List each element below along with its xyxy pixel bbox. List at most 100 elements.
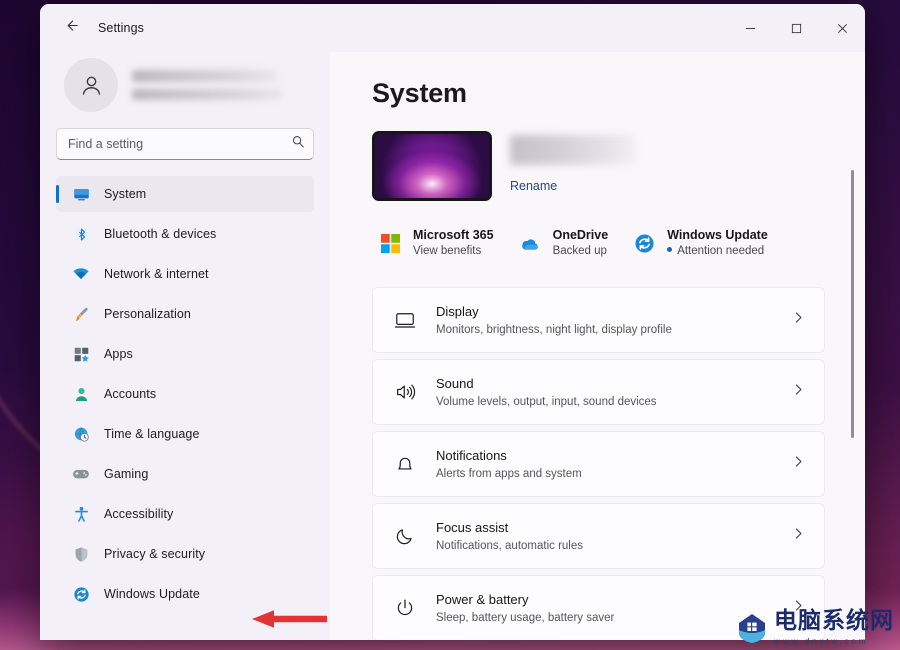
account-person-icon xyxy=(72,385,90,403)
sidebar-item-label: Privacy & security xyxy=(104,547,206,561)
settings-row-focus-assist[interactable]: Focus assist Notifications, automatic ru… xyxy=(372,503,825,570)
accessibility-icon xyxy=(72,505,90,523)
search-box xyxy=(56,128,314,160)
sidebar-item-personalization[interactable]: Personalization xyxy=(56,296,314,332)
sidebar-item-bluetooth-devices[interactable]: Bluetooth & devices xyxy=(56,216,314,252)
bluetooth-icon xyxy=(72,225,90,243)
settings-row-text: Notifications Alerts from apps and syste… xyxy=(436,447,791,482)
settings-row-sound[interactable]: Sound Volume levels, output, input, soun… xyxy=(372,359,825,426)
sidebar-item-network-internet[interactable]: Network & internet xyxy=(56,256,314,292)
rename-button[interactable]: Rename xyxy=(510,179,636,193)
settings-window: Settings Find a setting System Bluetooth… xyxy=(40,4,865,640)
window-title: Settings xyxy=(98,21,144,35)
settings-row-power-battery[interactable]: Power & battery Sleep, battery usage, ba… xyxy=(372,575,825,640)
sidebar-item-accessibility[interactable]: Accessibility xyxy=(56,496,314,532)
content-pane: System Rename Microsoft 365 View benefit… xyxy=(330,52,865,640)
account-name-redacted xyxy=(132,70,277,82)
apps-grid-icon xyxy=(72,345,90,363)
sidebar-item-label: Personalization xyxy=(104,307,191,321)
status-card-microsoft-365[interactable]: Microsoft 365 View benefits xyxy=(372,223,500,263)
content-inner: System Rename Microsoft 365 View benefit… xyxy=(330,78,865,640)
settings-row-notifications[interactable]: Notifications Alerts from apps and syste… xyxy=(372,431,825,498)
status-card-title: Microsoft 365 xyxy=(413,228,494,242)
page-title: System xyxy=(372,78,467,108)
gamepad-icon xyxy=(72,465,90,483)
chevron-right-icon xyxy=(791,454,807,474)
chevron-right-icon xyxy=(791,382,807,402)
clock-globe-icon xyxy=(72,425,90,443)
bell-icon xyxy=(392,453,418,475)
status-card-text: Windows Update Attention needed xyxy=(667,227,768,259)
onedrive-icon xyxy=(518,231,542,255)
sidebar-item-system[interactable]: System xyxy=(56,176,314,212)
settings-row-title: Notifications xyxy=(436,447,507,463)
sidebar-item-label: System xyxy=(104,187,147,201)
chevron-right-icon xyxy=(791,526,807,546)
window-body: System Bluetooth & devices xyxy=(40,52,865,640)
sidebar-item-label: Accessibility xyxy=(104,507,174,521)
sidebar-item-label: Time & language xyxy=(104,427,200,441)
sidebar-item-label: Windows Update xyxy=(104,587,200,601)
status-card-subtitle-text: Attention needed xyxy=(677,244,765,257)
device-name-redacted xyxy=(510,135,636,165)
attention-dot-icon xyxy=(667,247,673,253)
sidebar-item-gaming[interactable]: Gaming xyxy=(56,456,314,492)
account-text xyxy=(132,70,314,100)
status-card-onedrive[interactable]: OneDrive Backed up xyxy=(512,223,615,263)
settings-row-text: Focus assist Notifications, automatic ru… xyxy=(436,519,791,554)
settings-row-title: Focus assist xyxy=(436,519,509,535)
settings-row-text: Sound Volume levels, output, input, soun… xyxy=(436,375,791,410)
microsoft-365-icon xyxy=(378,231,402,255)
status-card-subtitle: Attention needed xyxy=(667,244,768,260)
device-summary: Rename xyxy=(372,131,825,201)
sidebar-item-windows-update[interactable]: Windows Update xyxy=(56,576,314,612)
settings-list: Display Monitors, brightness, night ligh… xyxy=(372,287,825,640)
sidebar-nav: System Bluetooth & devices Network & int… xyxy=(56,176,314,640)
minimize-button[interactable] xyxy=(727,4,773,52)
status-card-title: Windows Update xyxy=(667,228,768,242)
settings-row-subtitle: Sleep, battery usage, battery saver xyxy=(436,611,615,624)
speaker-sound-icon xyxy=(392,381,418,403)
close-button[interactable] xyxy=(819,4,865,52)
maximize-button[interactable] xyxy=(773,4,819,52)
power-icon xyxy=(392,597,418,619)
shield-icon xyxy=(72,545,90,563)
status-cards: Microsoft 365 View benefits OneDrive Bac… xyxy=(372,223,825,263)
settings-row-title: Sound xyxy=(436,375,474,391)
windows-update-icon xyxy=(632,231,656,255)
sidebar-item-label: Bluetooth & devices xyxy=(104,227,217,241)
moon-icon xyxy=(392,525,418,547)
paintbrush-icon xyxy=(72,305,90,323)
status-card-text: Microsoft 365 View benefits xyxy=(413,227,494,259)
sidebar-item-privacy-security[interactable]: Privacy & security xyxy=(56,536,314,572)
sidebar-item-label: Accounts xyxy=(104,387,157,401)
back-button[interactable] xyxy=(54,13,88,43)
display-monitor-icon xyxy=(392,309,418,331)
status-card-text: OneDrive Backed up xyxy=(553,227,609,259)
settings-row-subtitle: Volume levels, output, input, sound devi… xyxy=(436,395,657,408)
sidebar-item-accounts[interactable]: Accounts xyxy=(56,376,314,412)
account-email-redacted xyxy=(132,89,282,100)
account-block[interactable] xyxy=(56,52,314,126)
status-card-subtitle: Backed up xyxy=(552,244,607,257)
content-scrollbar[interactable] xyxy=(847,70,859,632)
settings-row-title: Power & battery xyxy=(436,591,529,607)
sidebar-item-apps[interactable]: Apps xyxy=(56,336,314,372)
monitor-icon xyxy=(72,185,90,203)
sidebar: System Bluetooth & devices xyxy=(40,52,330,640)
status-card-subtitle: View benefits xyxy=(413,244,482,257)
sidebar-item-label: Network & internet xyxy=(104,267,209,281)
device-meta: Rename xyxy=(510,131,636,201)
sidebar-item-time-language[interactable]: Time & language xyxy=(56,416,314,452)
status-card-windows-update[interactable]: Windows Update Attention needed xyxy=(626,223,774,263)
window-controls xyxy=(727,4,865,52)
settings-row-display[interactable]: Display Monitors, brightness, night ligh… xyxy=(372,287,825,354)
avatar xyxy=(64,58,118,112)
settings-row-text: Power & battery Sleep, battery usage, ba… xyxy=(436,591,791,626)
settings-row-subtitle: Notifications, automatic rules xyxy=(436,539,584,552)
search-input[interactable] xyxy=(56,128,314,160)
chevron-right-icon xyxy=(791,310,807,330)
settings-row-subtitle: Alerts from apps and system xyxy=(436,467,582,480)
scrollbar-thumb[interactable] xyxy=(851,170,854,438)
chevron-right-icon xyxy=(791,598,807,618)
